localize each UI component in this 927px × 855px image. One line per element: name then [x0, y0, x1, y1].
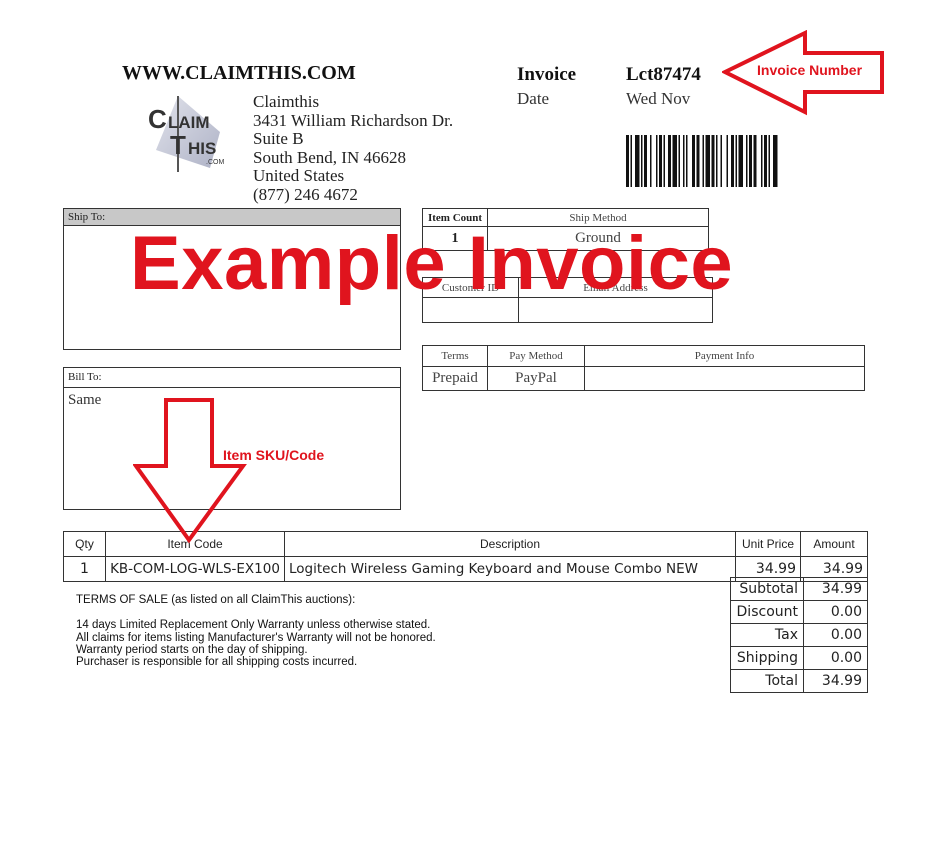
totals-label: Subtotal [730, 577, 804, 601]
totals-table: Subtotal 34.99 Discount 0.00 Tax 0.00 Shipping… [730, 577, 868, 693]
totals-row: Shipping 0.00 [730, 646, 868, 670]
amount-header: Amount [800, 531, 868, 557]
totals-row: Total 34.99 [730, 669, 868, 693]
qty-header: Qty [63, 531, 106, 557]
payment-table: Terms Pay Method Payment Info Prepaid Pa… [422, 345, 865, 391]
barcode-bar [659, 135, 662, 187]
address-line1: 3431 William Richardson Dr. [253, 110, 454, 130]
barcode-bar [644, 135, 647, 187]
barcode-bar [705, 135, 710, 187]
item-qty: 1 [63, 556, 106, 582]
barcode-bar [711, 135, 715, 187]
barcode-bar [731, 135, 734, 187]
invoice-number: Lct87474 [626, 64, 701, 85]
example-invoice-watermark: Example Invoice [130, 221, 734, 306]
totals-value: 0.00 [803, 600, 868, 624]
svg-text:C: C [148, 104, 167, 134]
site-name: WWW.CLAIMTHIS.COM [122, 62, 356, 84]
barcode-bar [738, 135, 743, 187]
totals-row: Subtotal 34.99 [730, 577, 868, 601]
company-logo: C LAIM T HIS .COM [148, 92, 233, 177]
barcode-bar [746, 135, 748, 187]
address-city: South Bend, IN 46628 [253, 147, 406, 167]
item-description: Logitech Wireless Gaming Keyboard and Mo… [284, 556, 736, 582]
terms-line: 14 days Limited Replacement Only Warrant… [76, 619, 431, 632]
invoice-number-annotation: Invoice Number [757, 62, 863, 78]
terms-of-sale: TERMS OF SALE (as listed on all ClaimThi… [76, 594, 436, 668]
svg-text:.COM: .COM [206, 159, 224, 166]
totals-label: Shipping [730, 646, 804, 670]
terms-header: Terms [422, 345, 488, 367]
date-value: Wed Nov [626, 89, 691, 108]
barcode-bar [635, 135, 640, 187]
totals-value: 0.00 [803, 646, 868, 670]
barcode [626, 135, 812, 187]
logo-graphic: C LAIM T HIS .COM [148, 96, 224, 172]
terms-line: All claims for items listing Manufacture… [76, 631, 436, 644]
totals-row: Tax 0.00 [730, 623, 868, 647]
address-country: United States [253, 166, 345, 185]
barcode-bar [692, 135, 695, 187]
barcode-bar [726, 135, 728, 187]
description-header: Description [284, 531, 736, 557]
barcode-bar [749, 135, 752, 187]
payment-info-header: Payment Info [584, 345, 865, 367]
barcode-bar [656, 135, 658, 187]
totals-label: Total [730, 669, 804, 693]
barcode-bar [768, 135, 770, 187]
barcode-bar [764, 135, 767, 187]
terms-value: Prepaid [422, 366, 488, 391]
company-name: Claimthis [253, 92, 320, 111]
totals-value: 34.99 [803, 577, 868, 601]
unit-price-header: Unit Price [735, 531, 801, 557]
barcode-bar [668, 135, 671, 187]
barcode-bar [702, 135, 704, 187]
totals-value: 34.99 [803, 669, 868, 693]
payment-info-value [584, 366, 865, 391]
bill-to-label: Bill To: [64, 368, 400, 388]
barcode-bar [663, 135, 665, 187]
barcode-bar [626, 135, 629, 187]
date-label: Date [517, 89, 550, 108]
barcode-bar [735, 135, 737, 187]
item-code: KB-COM-LOG-WLS-EX100 [105, 556, 285, 582]
barcode-bar [753, 135, 757, 187]
barcode-bar [696, 135, 700, 187]
company-address: Claimthis 3431 William Richardson Dr. Su… [253, 92, 454, 204]
barcode-bar [686, 135, 688, 187]
barcode-bar [720, 135, 722, 187]
company-phone: (877) 246 4672 [253, 184, 358, 204]
barcode-bar [678, 135, 680, 187]
barcode-bar [650, 135, 652, 187]
terms-line: Warranty period starts on the day of shi… [76, 643, 308, 656]
svg-text:HIS: HIS [188, 139, 216, 158]
barcode-bar [716, 135, 718, 187]
invoice-label: Invoice [517, 64, 577, 85]
item-sku-annotation: Item SKU/Code [223, 447, 325, 463]
barcode-bar [773, 135, 778, 187]
barcode-bar [630, 135, 632, 187]
terms-title: TERMS OF SALE (as listed on all ClaimThi… [76, 594, 356, 606]
totals-row: Discount 0.00 [730, 600, 868, 624]
totals-label: Tax [730, 623, 804, 647]
barcode-bar [683, 135, 685, 187]
barcode-bar [641, 135, 643, 187]
pay-method-value: PayPal [487, 366, 585, 391]
svg-text:T: T [170, 130, 186, 160]
barcode-graphic [626, 135, 778, 187]
item-sku-arrow [132, 396, 249, 546]
terms-line: Purchaser is responsible for all shippin… [76, 656, 358, 669]
barcode-bar [761, 135, 763, 187]
totals-value: 0.00 [803, 623, 868, 647]
totals-label: Discount [730, 600, 804, 624]
address-line2: Suite B [253, 129, 304, 148]
barcode-bar [672, 135, 677, 187]
pay-method-header: Pay Method [487, 345, 585, 367]
